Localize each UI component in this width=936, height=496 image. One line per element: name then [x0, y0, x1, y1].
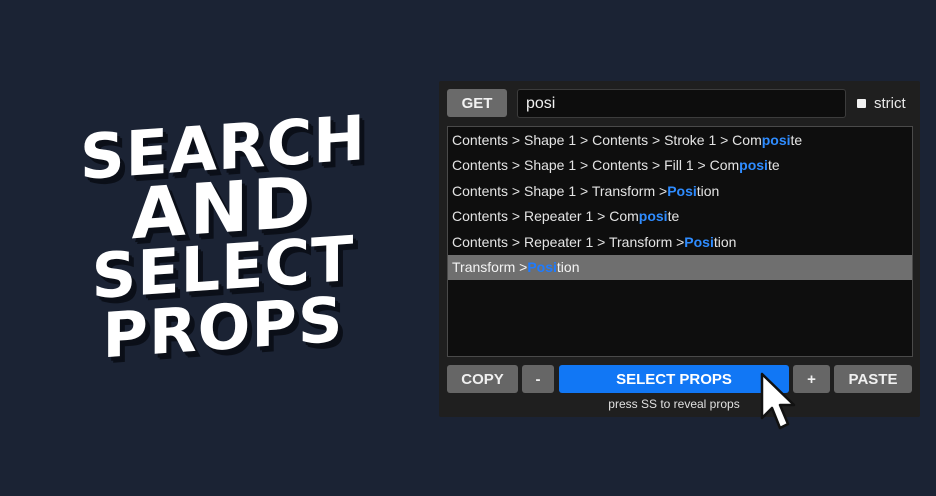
list-item-match: posi: [739, 157, 768, 174]
list-item-match: Posi: [527, 259, 557, 276]
list-item-text: Contents > Shape 1 > Transform >: [452, 182, 668, 199]
get-button[interactable]: GET: [447, 89, 507, 117]
headline: SEARCH AND SELECT PROPS: [38, 101, 408, 372]
hint-text: press SS to reveal props: [608, 397, 740, 411]
list-item-text: te: [767, 157, 780, 174]
minus-button[interactable]: -: [522, 365, 554, 393]
list-item-text: Transform >: [452, 259, 528, 276]
select-props-button[interactable]: SELECT PROPS: [559, 365, 789, 393]
results-list[interactable]: Contents > Shape 1 > Contents > Stroke 1…: [447, 126, 913, 357]
paste-button[interactable]: PASTE: [834, 365, 912, 393]
list-item-text: Contents > Repeater 1 > Com: [452, 208, 639, 225]
strict-toggle[interactable]: strict: [857, 95, 906, 112]
list-item-text: Contents > Shape 1 > Contents > Fill 1 >…: [452, 157, 740, 174]
list-item-match: Posi: [667, 182, 697, 199]
pointer-cursor-icon: [760, 372, 796, 430]
list-item[interactable]: Contents > Shape 1 > Contents > Fill 1 >…: [448, 153, 912, 179]
list-item-text: tion: [713, 233, 737, 250]
list-item-text: Contents > Shape 1 > Contents > Stroke 1…: [452, 131, 762, 148]
list-item-match: posi: [761, 131, 791, 148]
props-panel: GET strict Contents > Shape 1 > Contents…: [439, 81, 920, 417]
list-item[interactable]: Contents > Repeater 1 > Transform > Posi…: [448, 229, 912, 255]
list-item-text: te: [667, 208, 680, 225]
list-item-text: Contents > Repeater 1 > Transform >: [452, 233, 685, 250]
list-item-text: te: [790, 131, 803, 148]
list-item-selected[interactable]: Transform > Posi tion: [448, 254, 912, 280]
copy-button[interactable]: COPY: [447, 365, 518, 393]
list-item[interactable]: Contents > Shape 1 > Transform > Posi tio…: [448, 178, 912, 204]
list-item-match: Posi: [684, 233, 714, 250]
list-item[interactable]: Contents > Shape 1 > Contents > Stroke 1…: [448, 127, 912, 153]
list-item-match: posi: [638, 208, 668, 225]
strict-label: strict: [874, 95, 906, 112]
list-item[interactable]: Contents > Repeater 1 > Com posi te: [448, 204, 912, 230]
list-item-text: tion: [696, 182, 720, 199]
search-input[interactable]: [517, 89, 846, 118]
list-item-text: tion: [556, 259, 580, 276]
strict-checkbox[interactable]: [857, 99, 866, 108]
